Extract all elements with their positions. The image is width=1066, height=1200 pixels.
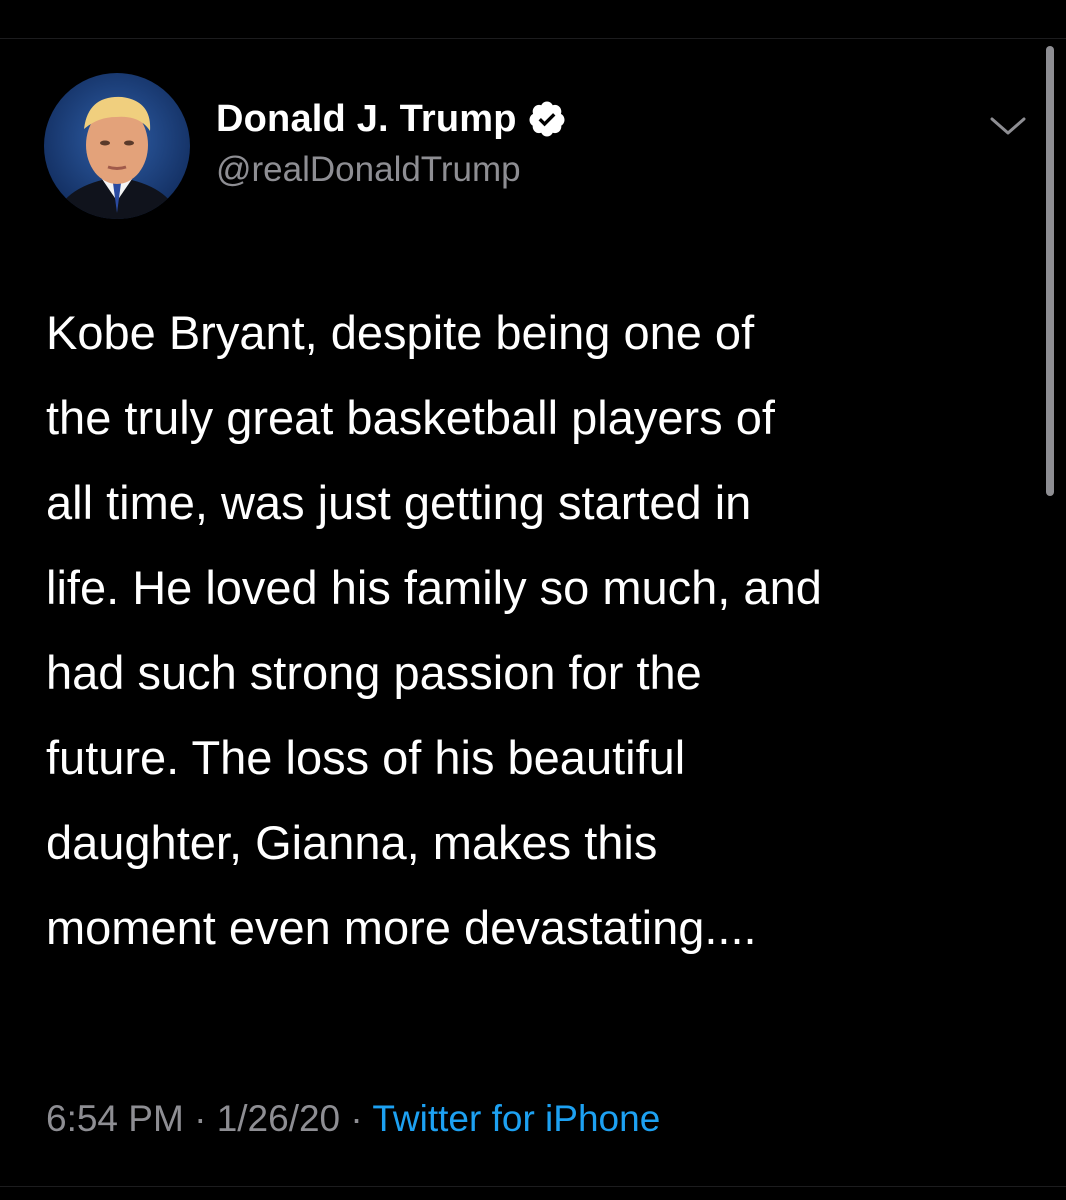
tweet-meta: 6:54 PM · 1/26/20 · Twitter for iPhone: [46, 1098, 660, 1140]
chevron-down-icon: [990, 117, 1026, 135]
tweet-menu-button[interactable]: [986, 108, 1030, 144]
top-divider: [0, 38, 1066, 39]
meta-separator: ·: [183, 1098, 217, 1139]
tweet-date: 1/26/20: [216, 1098, 341, 1139]
tweet-text: Kobe Bryant, despite being one of the tr…: [46, 306, 822, 954]
meta-separator: ·: [340, 1098, 373, 1139]
author-name-row[interactable]: Donald J. Trump: [216, 96, 567, 142]
scrollbar[interactable]: [1046, 46, 1054, 496]
avatar[interactable]: [44, 73, 190, 219]
tweet-source-link[interactable]: Twitter for iPhone: [372, 1098, 660, 1139]
tweet-time: 6:54 PM: [46, 1098, 184, 1139]
author-display-name[interactable]: Donald J. Trump: [216, 98, 517, 141]
verified-badge-icon: [527, 99, 567, 139]
bottom-divider: [0, 1186, 1066, 1187]
author-handle[interactable]: @realDonaldTrump: [216, 150, 521, 190]
avatar-photo-icon: [44, 73, 190, 219]
